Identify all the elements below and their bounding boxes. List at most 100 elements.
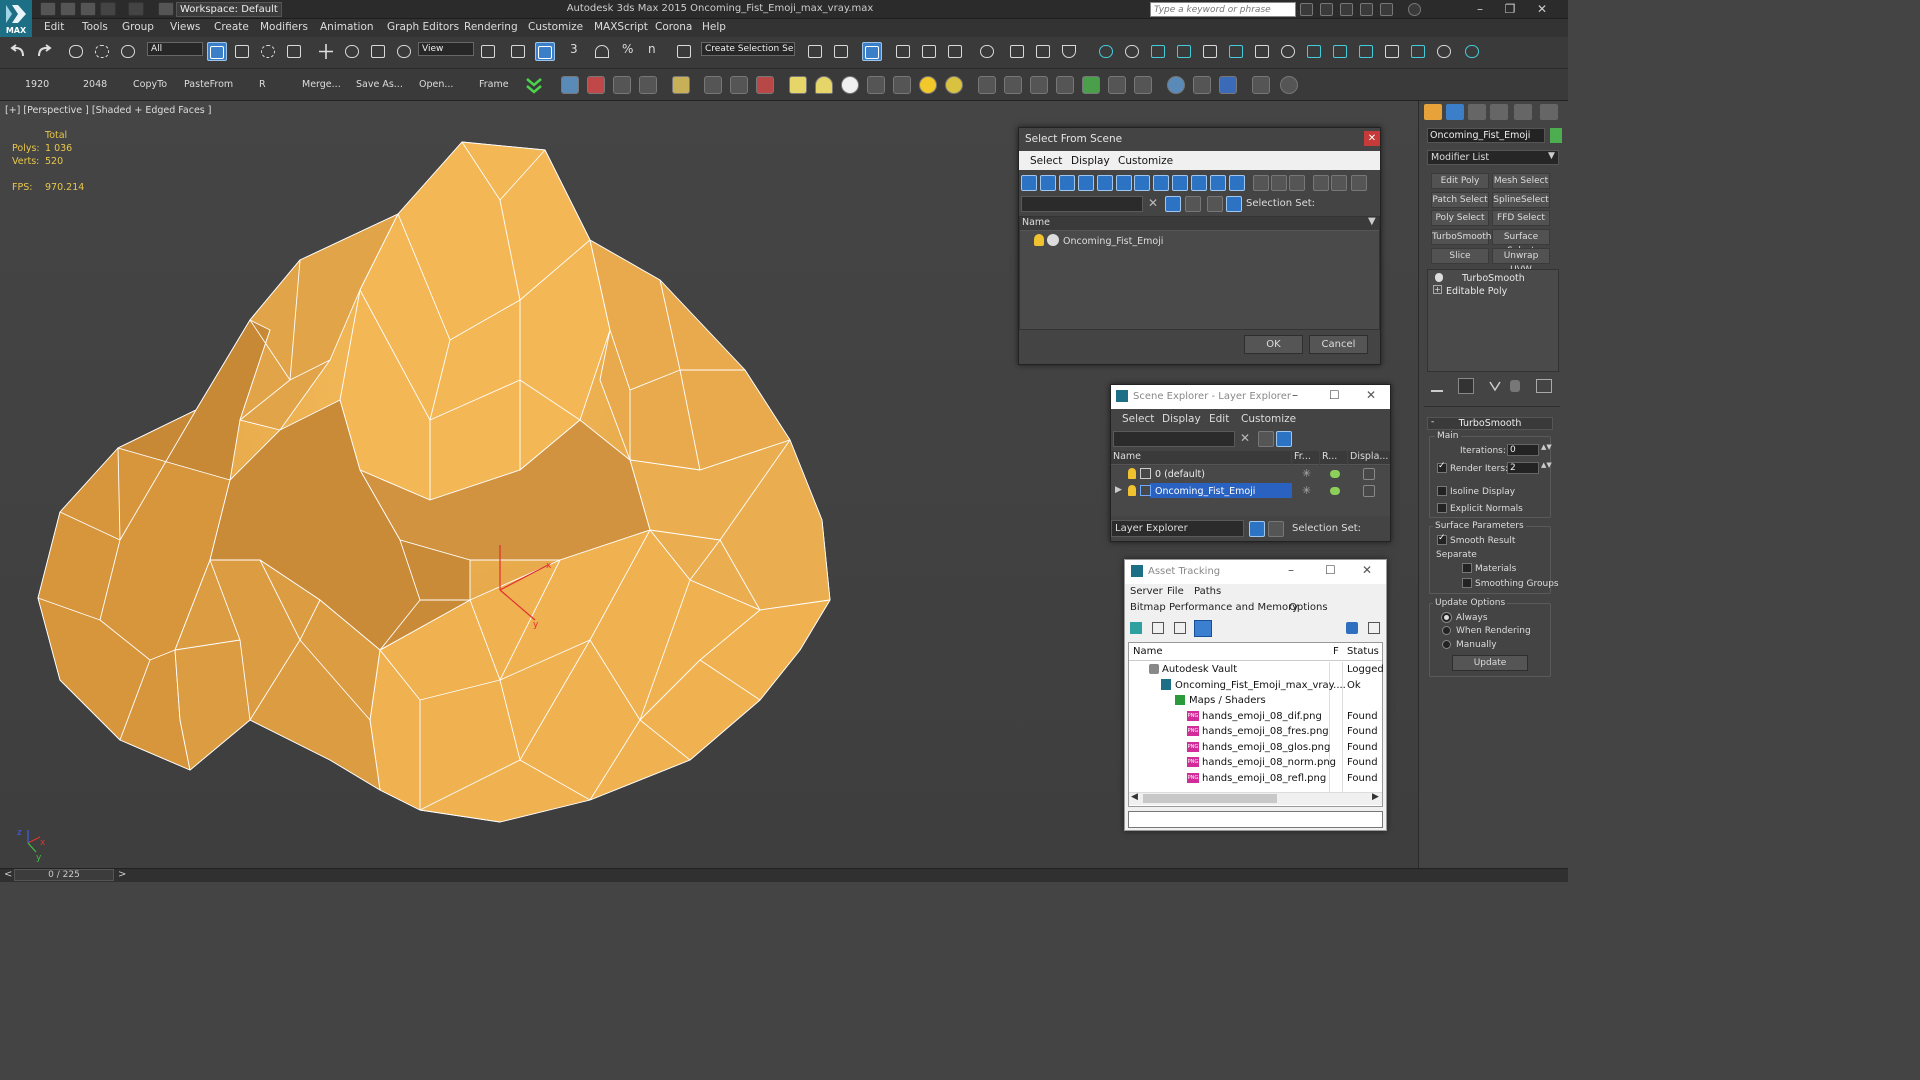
make-unique-icon[interactable]	[1489, 380, 1501, 392]
shelf-save-as[interactable]: Save As...	[356, 79, 403, 90]
table-row[interactable]: PNG hands_emoji_08_fres.png	[1187, 726, 1329, 737]
time-prev-button[interactable]: <	[4, 869, 12, 880]
box-icon[interactable]	[789, 76, 807, 94]
freeze-icon[interactable]: ✳	[1302, 467, 1311, 480]
modifier-list-dropdown[interactable]: Modifier List	[1427, 150, 1559, 165]
light-bulb-icon[interactable]	[1128, 485, 1136, 496]
chevron-down-icon[interactable]	[524, 74, 544, 96]
time-slider[interactable]: 0 / 225	[14, 869, 114, 881]
project-folder-icon[interactable]	[158, 2, 174, 16]
table-row[interactable]: Oncoming_Fist_Emoji_max_vray....	[1175, 680, 1346, 691]
menu-edit[interactable]: Edit	[1209, 413, 1229, 425]
column-name[interactable]: Name	[1020, 217, 1379, 231]
column-name[interactable]: Name	[1111, 451, 1291, 465]
containers-filter-icon[interactable]	[1191, 175, 1207, 191]
helpers-filter-icon[interactable]	[1097, 175, 1113, 191]
explicit-normals-checkbox[interactable]	[1437, 503, 1447, 513]
minimize-icon[interactable]: –	[1466, 1, 1494, 17]
light-bulb-icon[interactable]	[1034, 234, 1044, 246]
app-logo[interactable]: MAX	[0, 0, 32, 37]
menu-views[interactable]: Views	[170, 21, 200, 33]
menu-help[interactable]: Help	[702, 21, 726, 33]
sun-light-icon[interactable]	[841, 76, 859, 94]
dome-icon[interactable]	[815, 76, 833, 94]
maximize-icon[interactable]: ☐	[1325, 563, 1336, 577]
render-icon[interactable]	[587, 76, 605, 94]
vray-proxy-icon[interactable]	[1226, 42, 1246, 61]
frozen-filter-icon[interactable]	[1210, 175, 1226, 191]
material-editor-icon[interactable]	[977, 42, 997, 61]
layer-row[interactable]: 0 (default)	[1155, 469, 1205, 480]
mesh-select-button[interactable]: Mesh Select	[1492, 173, 1550, 189]
shelf-frame[interactable]: Frame	[479, 79, 509, 90]
reference-coordinate-dropdown[interactable]: View	[418, 42, 474, 56]
show-end-result-icon[interactable]	[1458, 378, 1474, 394]
object-color-swatch[interactable]	[1550, 128, 1562, 143]
patch-select-button[interactable]: Patch Select	[1431, 192, 1489, 208]
spinner-arrows-icon[interactable]: ▲▼	[1541, 461, 1552, 469]
bind-spacewarp-icon[interactable]	[118, 42, 138, 61]
menu-customize[interactable]: Customize	[1118, 155, 1173, 167]
close-icon[interactable]: ✕	[1366, 388, 1376, 402]
vray-frame-buffer-icon[interactable]	[1200, 42, 1220, 61]
star-icon[interactable]	[1360, 3, 1373, 16]
isoline-display-checkbox[interactable]	[1437, 486, 1447, 496]
open-file-icon[interactable]	[60, 2, 76, 16]
list-item[interactable]: Oncoming_Fist_Emoji	[1063, 236, 1163, 247]
menu-tools[interactable]: Tools	[82, 21, 108, 33]
angle-snap-icon[interactable]	[592, 42, 612, 61]
iterations-spinner[interactable]: 0	[1507, 444, 1539, 456]
column-status[interactable]: Status	[1347, 646, 1379, 657]
list-view-icon[interactable]	[1152, 622, 1164, 634]
redo-icon[interactable]	[128, 2, 144, 16]
menu-rendering[interactable]: Rendering	[464, 21, 518, 33]
new-file-icon[interactable]	[40, 2, 56, 16]
close-icon[interactable]: ✕	[1528, 1, 1556, 17]
menu-create[interactable]: Create	[214, 21, 249, 33]
render-iters-spinner[interactable]: 2	[1507, 462, 1539, 474]
find-field[interactable]	[1113, 431, 1235, 447]
globe-icon[interactable]	[1167, 76, 1185, 94]
layer-explorer-icon[interactable]	[1249, 521, 1265, 537]
cone-icon[interactable]	[893, 76, 911, 94]
path-field[interactable]	[1128, 811, 1383, 828]
sun-icon[interactable]	[919, 76, 937, 94]
binoculars-icon[interactable]	[1300, 3, 1313, 16]
help-icon[interactable]	[1280, 76, 1298, 94]
chevron-down-icon[interactable]: ▼	[1548, 151, 1555, 161]
sphere-icon[interactable]	[730, 76, 748, 94]
layer-row[interactable]: Oncoming_Fist_Emoji	[1155, 486, 1255, 497]
menu-animation[interactable]: Animation	[320, 21, 374, 33]
shelf-merge[interactable]: Merge...	[302, 79, 341, 90]
minimize-icon[interactable]: –	[1288, 563, 1294, 577]
select-all-icon[interactable]	[1253, 175, 1269, 191]
materials-checkbox[interactable]	[1462, 563, 1472, 573]
cameras-filter-icon[interactable]	[1078, 175, 1094, 191]
vray-material-icon[interactable]	[1356, 42, 1376, 61]
stack-item-turbosmooth[interactable]: TurboSmooth	[1462, 273, 1525, 284]
teapot-object-icon[interactable]	[867, 76, 885, 94]
fur-icon[interactable]	[1134, 76, 1152, 94]
close-icon[interactable]: ✕	[1362, 563, 1372, 577]
hair-icon[interactable]	[756, 76, 774, 94]
unlink-icon[interactable]	[92, 42, 112, 61]
surface-select-button[interactable]: Surface Select	[1492, 229, 1550, 256]
filter-toggle-icon[interactable]	[1165, 196, 1181, 212]
undo-icon[interactable]	[8, 42, 28, 61]
smooth-result-checkbox[interactable]	[1437, 533, 1447, 545]
menu-group[interactable]: Group	[122, 21, 154, 33]
percent-snap-icon[interactable]: %	[618, 42, 638, 61]
render-teapot-icon[interactable]	[1330, 470, 1340, 478]
menu-customize[interactable]: Customize	[528, 21, 583, 33]
gear-icon[interactable]	[704, 76, 722, 94]
rendered-frame-window-icon[interactable]	[1033, 42, 1053, 61]
new-layer-icon[interactable]	[1258, 431, 1274, 447]
vray-scene-converter-icon[interactable]	[1330, 42, 1350, 61]
light-bulb-icon[interactable]	[1435, 273, 1443, 282]
lights-filter-icon[interactable]	[1059, 175, 1075, 191]
spinner-snap-icon[interactable]: n	[644, 42, 664, 61]
display-tab-icon[interactable]	[1514, 104, 1532, 120]
help-icon[interactable]	[1346, 622, 1358, 634]
save-file-icon[interactable]	[80, 2, 96, 16]
vray-light-lister-icon[interactable]	[1382, 42, 1402, 61]
